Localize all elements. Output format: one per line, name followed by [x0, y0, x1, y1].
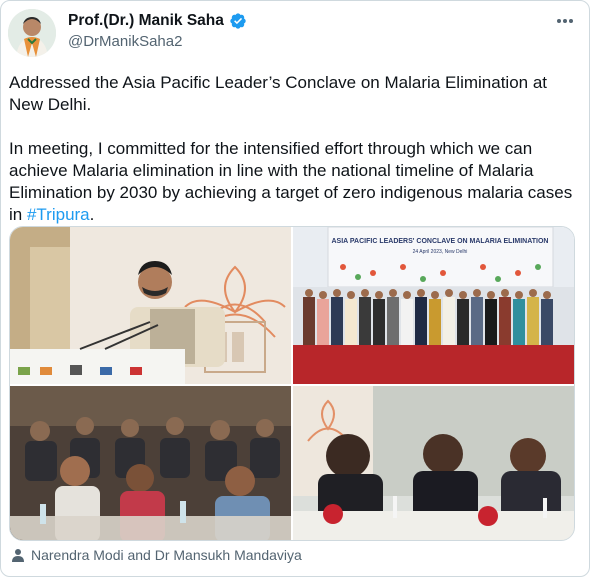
author-row: Prof.(Dr.) Manik Saha [68, 12, 247, 30]
banner-title: ASIA PACIFIC LEADERS' CONCLAVE ON MALARI… [332, 238, 549, 245]
hashtag-link[interactable]: #Tripura [27, 205, 90, 224]
author-name[interactable]: Prof.(Dr.) Manik Saha [68, 12, 224, 30]
photo-grid: ASIA PACIFIC LEADERS' CONCLAVE ON MALARI… [9, 226, 575, 541]
verified-badge-icon [230, 13, 246, 29]
more-horizontal-icon [557, 19, 573, 23]
tagged-people-text: Narendra Modi and Dr Mansukh Mandaviya [31, 547, 302, 563]
avatar-image [8, 9, 56, 57]
tweet-paragraph-2-end: . [89, 205, 95, 224]
tagged-people[interactable]: Narendra Modi and Dr Mansukh Mandaviya [11, 547, 302, 563]
photo-speaker-at-podium[interactable] [10, 227, 291, 384]
photo-audience[interactable] [10, 386, 291, 540]
tweet-card: Prof.(Dr.) Manik Saha @DrManikSaha2 Addr… [0, 0, 590, 577]
banner-date: 24 April 2023, New Delhi [413, 249, 468, 255]
tweet-text: Addressed the Asia Pacific Leader’s Conc… [9, 72, 574, 226]
tweet-paragraph-1: Addressed the Asia Pacific Leader’s Conc… [9, 73, 547, 114]
photo-dignitaries-table[interactable] [293, 386, 574, 540]
tweet-paragraph-2: In meeting, I committed for the intensif… [9, 138, 574, 226]
person-icon [12, 549, 24, 562]
avatar[interactable] [8, 9, 56, 57]
more-options-button[interactable] [554, 11, 576, 31]
author-handle[interactable]: @DrManikSaha2 [68, 33, 182, 50]
photo-group-stage[interactable]: ASIA PACIFIC LEADERS' CONCLAVE ON MALARI… [293, 227, 574, 384]
